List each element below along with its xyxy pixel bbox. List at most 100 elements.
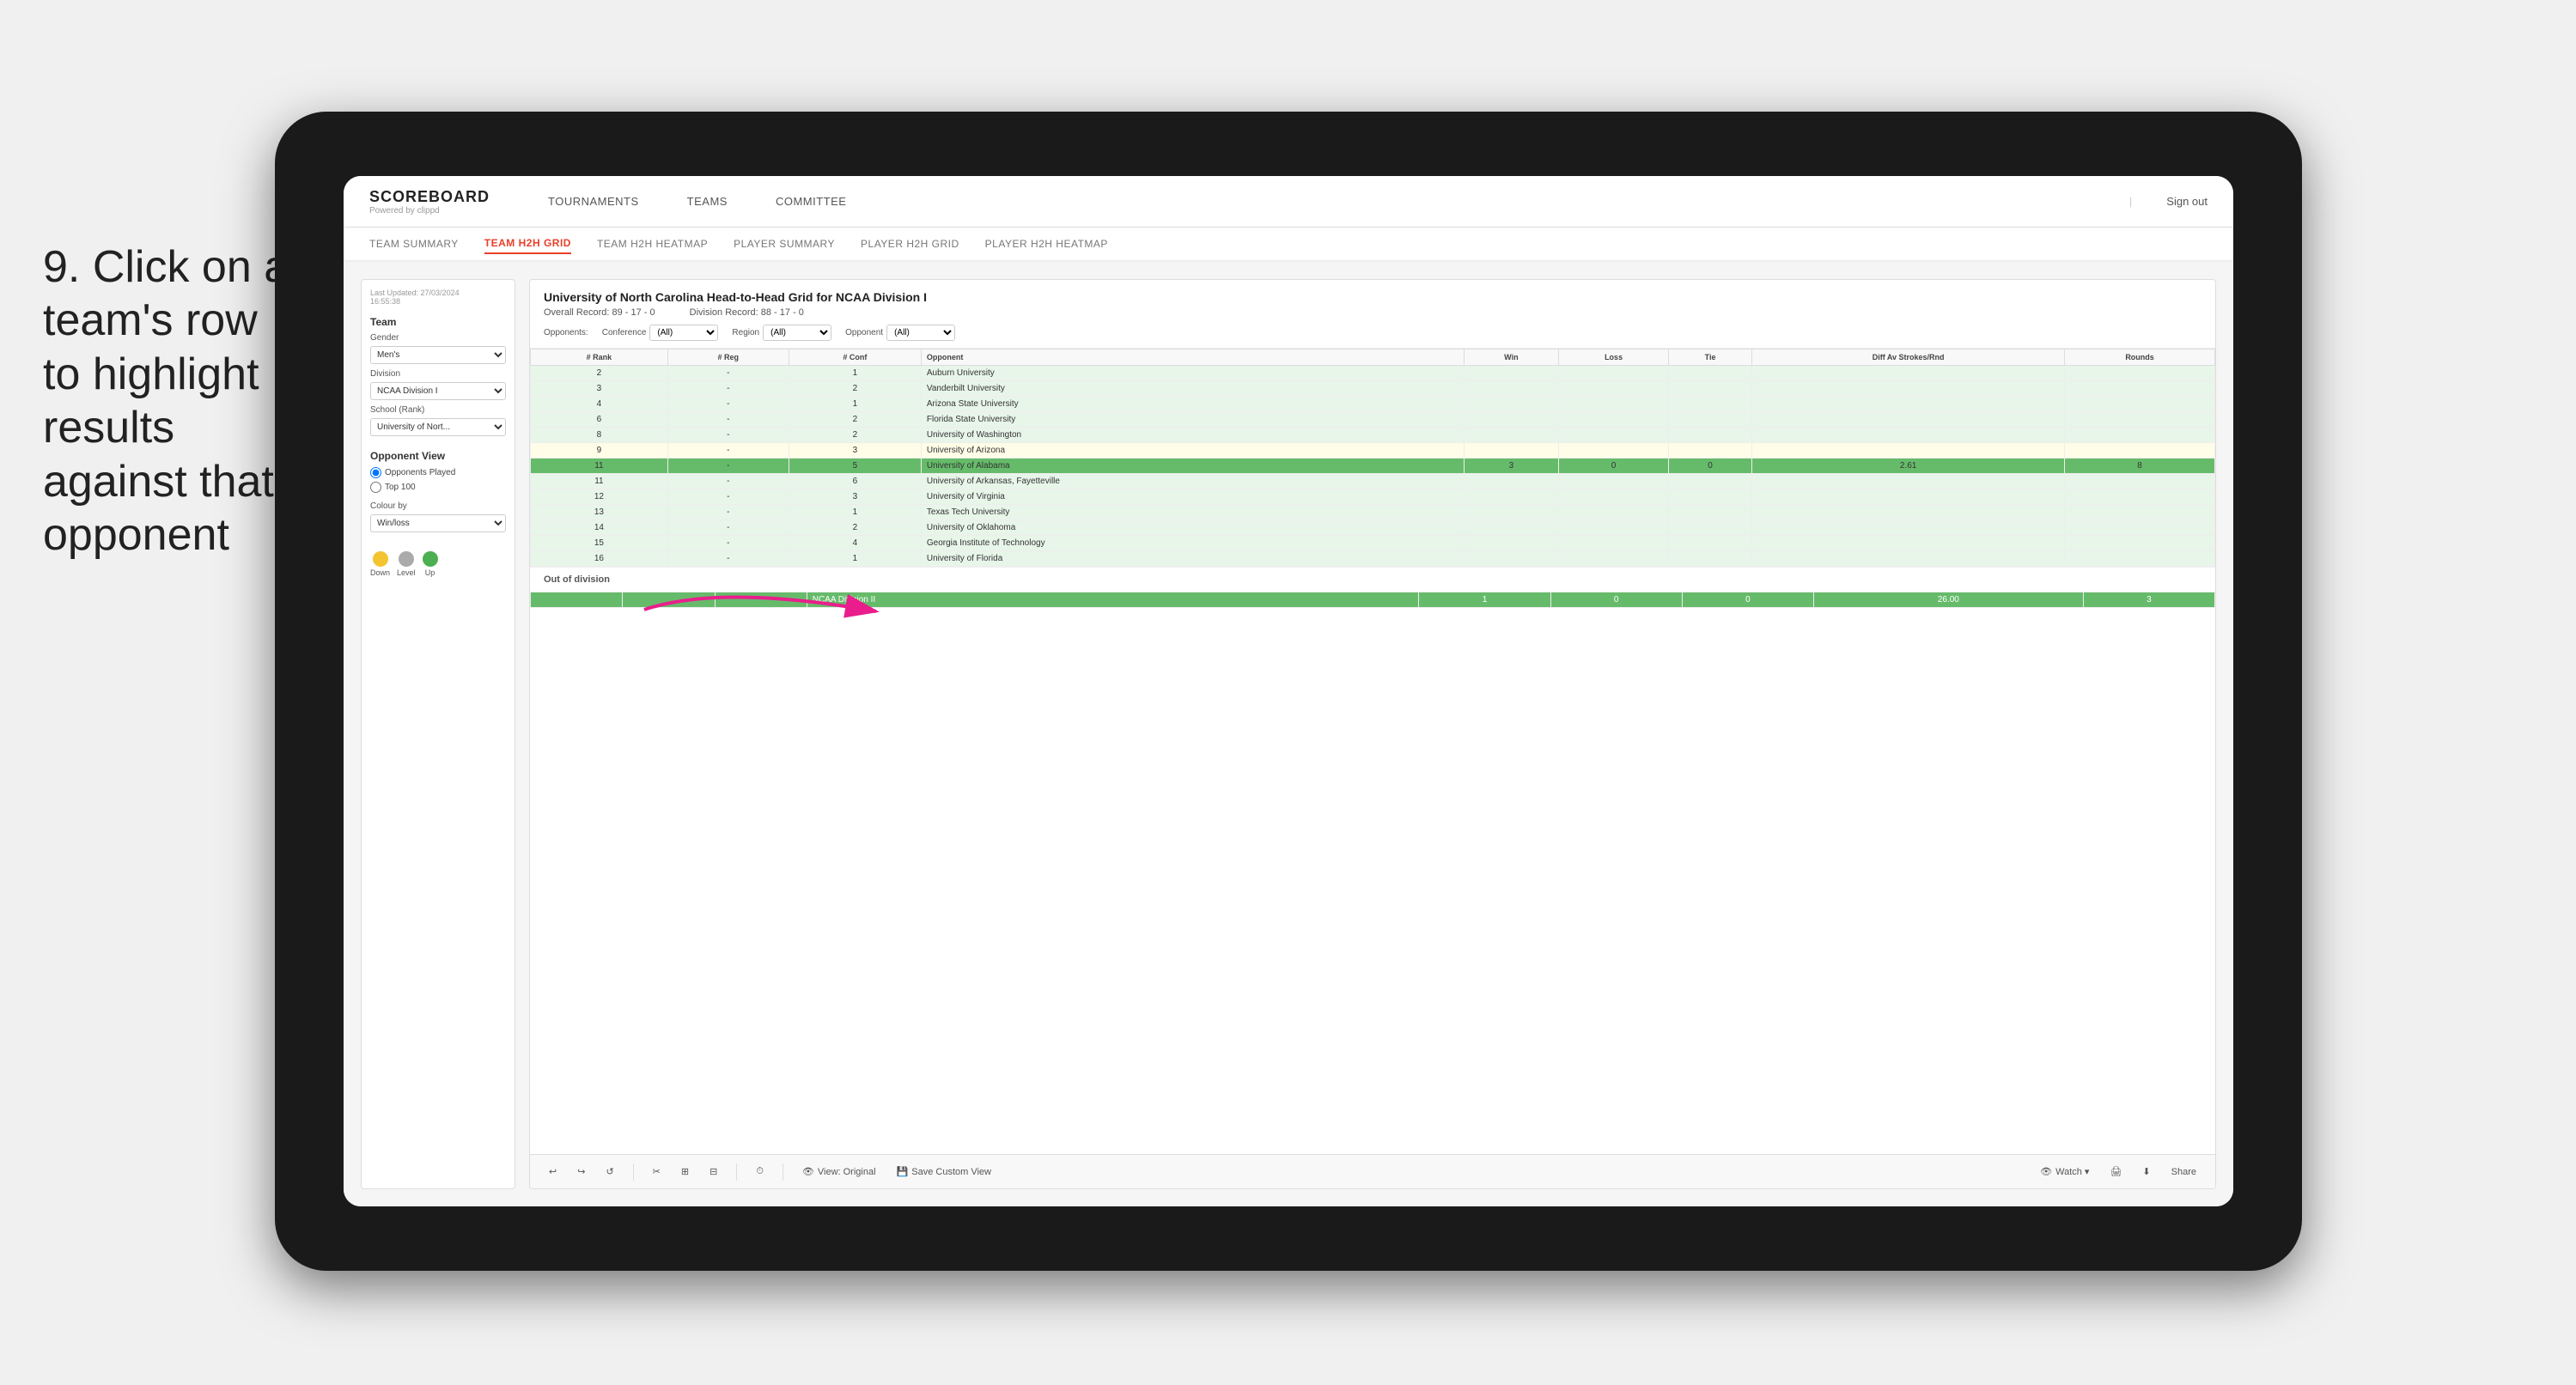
save-icon: 💾 (897, 1166, 909, 1177)
region-filter: Region (All) (732, 325, 831, 341)
toolbar-export[interactable]: ⬇ (2137, 1163, 2155, 1180)
grid-title: University of North Carolina Head-to-Hea… (544, 290, 2201, 304)
toolbar-divider-2 (736, 1163, 737, 1181)
out-of-division-label: Out of division (530, 567, 2215, 592)
opponent-filter-label: Opponent (845, 328, 883, 337)
subnav-team-h2h-grid[interactable]: TEAM H2H GRID (484, 234, 571, 254)
col-rounds: Rounds (2065, 349, 2215, 366)
last-updated: Last Updated: 27/03/2024 16:55:38 (370, 289, 506, 306)
filter-row: Opponents: Conference (All) Region (All) (544, 325, 2201, 341)
nav-tournaments[interactable]: TOURNAMENTS (541, 191, 646, 211)
sign-out-button[interactable]: Sign out (2166, 195, 2208, 208)
grid-table-wrapper: # Rank # Reg # Conf Opponent Win Loss Ti… (530, 349, 2215, 1154)
grid-records: Overall Record: 89 - 17 - 0 Division Rec… (544, 307, 2201, 318)
subnav-player-h2h-heatmap[interactable]: PLAYER H2H HEATMAP (985, 234, 1108, 253)
toolbar-cut[interactable]: ✂ (648, 1163, 666, 1180)
toolbar-clock[interactable]: ⏱ (751, 1163, 769, 1180)
view-original-button[interactable]: 👁 View: Original (797, 1163, 881, 1180)
col-win: Win (1464, 349, 1559, 366)
division-record: Division Record: 88 - 17 - 0 (690, 307, 804, 318)
col-diff: Diff Av Strokes/Rnd (1752, 349, 2065, 366)
legend-label-up: Up (425, 568, 435, 577)
school-label: School (Rank) (370, 405, 506, 415)
opponents-filter-label: Opponents: (544, 328, 588, 337)
opponent-view-title: Opponent View (370, 450, 506, 462)
col-opponent: Opponent (921, 349, 1464, 366)
instruction-body: Click on a team's row to highlight resul… (43, 242, 289, 560)
subnav-team-summary[interactable]: TEAM SUMMARY (369, 234, 459, 253)
nav-separator: | (2129, 195, 2132, 208)
school-select[interactable]: University of Nort... (370, 418, 506, 436)
conference-select[interactable]: (All) (649, 325, 718, 341)
subnav-player-summary[interactable]: PLAYER SUMMARY (734, 234, 835, 253)
view-icon: 👁 (802, 1166, 814, 1177)
legend-dot-up (423, 551, 438, 567)
legend-label-level: Level (397, 568, 416, 577)
division-select[interactable]: NCAA Division I (370, 382, 506, 400)
nav-committee[interactable]: COMMITTEE (769, 191, 854, 211)
opponent-select[interactable]: (All) (886, 325, 955, 341)
nav-teams[interactable]: TEAMS (680, 191, 734, 211)
watch-button[interactable]: 👁 Watch ▾ (2035, 1163, 2094, 1180)
gender-label: Gender (370, 333, 506, 343)
col-loss: Loss (1559, 349, 1669, 366)
save-custom-button[interactable]: 💾 Save Custom View (892, 1163, 996, 1180)
team-section-title: Team (370, 316, 506, 328)
bottom-toolbar: ↩ ↪ ↺ ✂ ⊞ ⊟ ⏱ 👁 View: Original 💾 (530, 1154, 2215, 1188)
table-row[interactable]: 3-2Vanderbilt University (531, 381, 2215, 397)
table-row[interactable]: 16-1University of Florida (531, 551, 2215, 567)
toolbar-paste[interactable]: ⊟ (704, 1163, 722, 1180)
table-row[interactable]: 8-2University of Washington (531, 428, 2215, 443)
table-row[interactable]: 15-4Georgia Institute of Technology (531, 536, 2215, 551)
toolbar-print[interactable]: 🖨 (2104, 1163, 2127, 1180)
grid-header: University of North Carolina Head-to-Hea… (530, 280, 2215, 349)
legend-label-down: Down (370, 568, 390, 577)
table-row[interactable]: 12-3University of Virginia (531, 489, 2215, 505)
radio-opponents-played[interactable]: Opponents Played (370, 467, 506, 478)
toolbar-divider-1 (633, 1163, 634, 1181)
out-div-name: NCAA Division II (807, 592, 1419, 608)
region-label: Region (732, 328, 759, 337)
legend-area: Down Level Up (370, 551, 506, 577)
logo-sub: Powered by clippd (369, 206, 490, 216)
undo-button[interactable]: ↩ (544, 1163, 562, 1180)
conference-label: Conference (602, 328, 647, 337)
main-content: Last Updated: 27/03/2024 16:55:38 Team G… (344, 262, 2233, 1206)
colour-select[interactable]: Win/loss (370, 514, 506, 532)
grid-table: # Rank # Reg # Conf Opponent Win Loss Ti… (530, 349, 2215, 567)
step-number: 9. (43, 242, 80, 292)
eye-icon: 👁 (2040, 1166, 2052, 1177)
out-of-division-row[interactable]: NCAA Division II 1 0 0 26.00 3 (531, 592, 2215, 608)
table-row[interactable]: 13-1Texas Tech University (531, 505, 2215, 520)
conference-filter: Conference (All) (602, 325, 719, 341)
subnav-player-h2h-grid[interactable]: PLAYER H2H GRID (861, 234, 959, 253)
table-row[interactable]: 2-1Auburn University (531, 366, 2215, 381)
left-panel: Last Updated: 27/03/2024 16:55:38 Team G… (361, 279, 515, 1189)
subnav-team-h2h-heatmap[interactable]: TEAM H2H HEATMAP (597, 234, 708, 253)
division-label: Division (370, 369, 506, 379)
right-panel: University of North Carolina Head-to-Hea… (529, 279, 2216, 1189)
table-row[interactable]: 4-1Arizona State University (531, 397, 2215, 412)
table-row[interactable]: 9-3University of Arizona (531, 443, 2215, 459)
overall-record: Overall Record: 89 - 17 - 0 (544, 307, 655, 318)
col-conf: # Conf (789, 349, 921, 366)
legend-dot-down (373, 551, 388, 567)
col-reg: # Reg (667, 349, 789, 366)
col-tie: Tie (1669, 349, 1752, 366)
table-row[interactable]: 6-2Florida State University (531, 412, 2215, 428)
logo-text: SCOREBOARD (369, 188, 490, 206)
reset-button[interactable]: ↺ (600, 1163, 618, 1180)
gender-select[interactable]: Men's (370, 346, 506, 364)
colour-by-label: Colour by (370, 501, 506, 511)
col-rank: # Rank (531, 349, 668, 366)
table-row[interactable]: 14-2University of Oklahoma (531, 520, 2215, 536)
nav-bar: SCOREBOARD Powered by clippd TOURNAMENTS… (344, 176, 2233, 228)
table-row[interactable]: 11-5University of Alabama3002.618 (531, 459, 2215, 474)
out-of-division-table: NCAA Division II 1 0 0 26.00 3 (530, 592, 2215, 608)
region-select[interactable]: (All) (763, 325, 831, 341)
table-row[interactable]: 11-6University of Arkansas, Fayetteville (531, 474, 2215, 489)
redo-button[interactable]: ↪ (572, 1163, 590, 1180)
radio-top100[interactable]: Top 100 (370, 482, 506, 493)
toolbar-copy[interactable]: ⊞ (676, 1163, 694, 1180)
share-button[interactable]: Share (2166, 1164, 2201, 1180)
